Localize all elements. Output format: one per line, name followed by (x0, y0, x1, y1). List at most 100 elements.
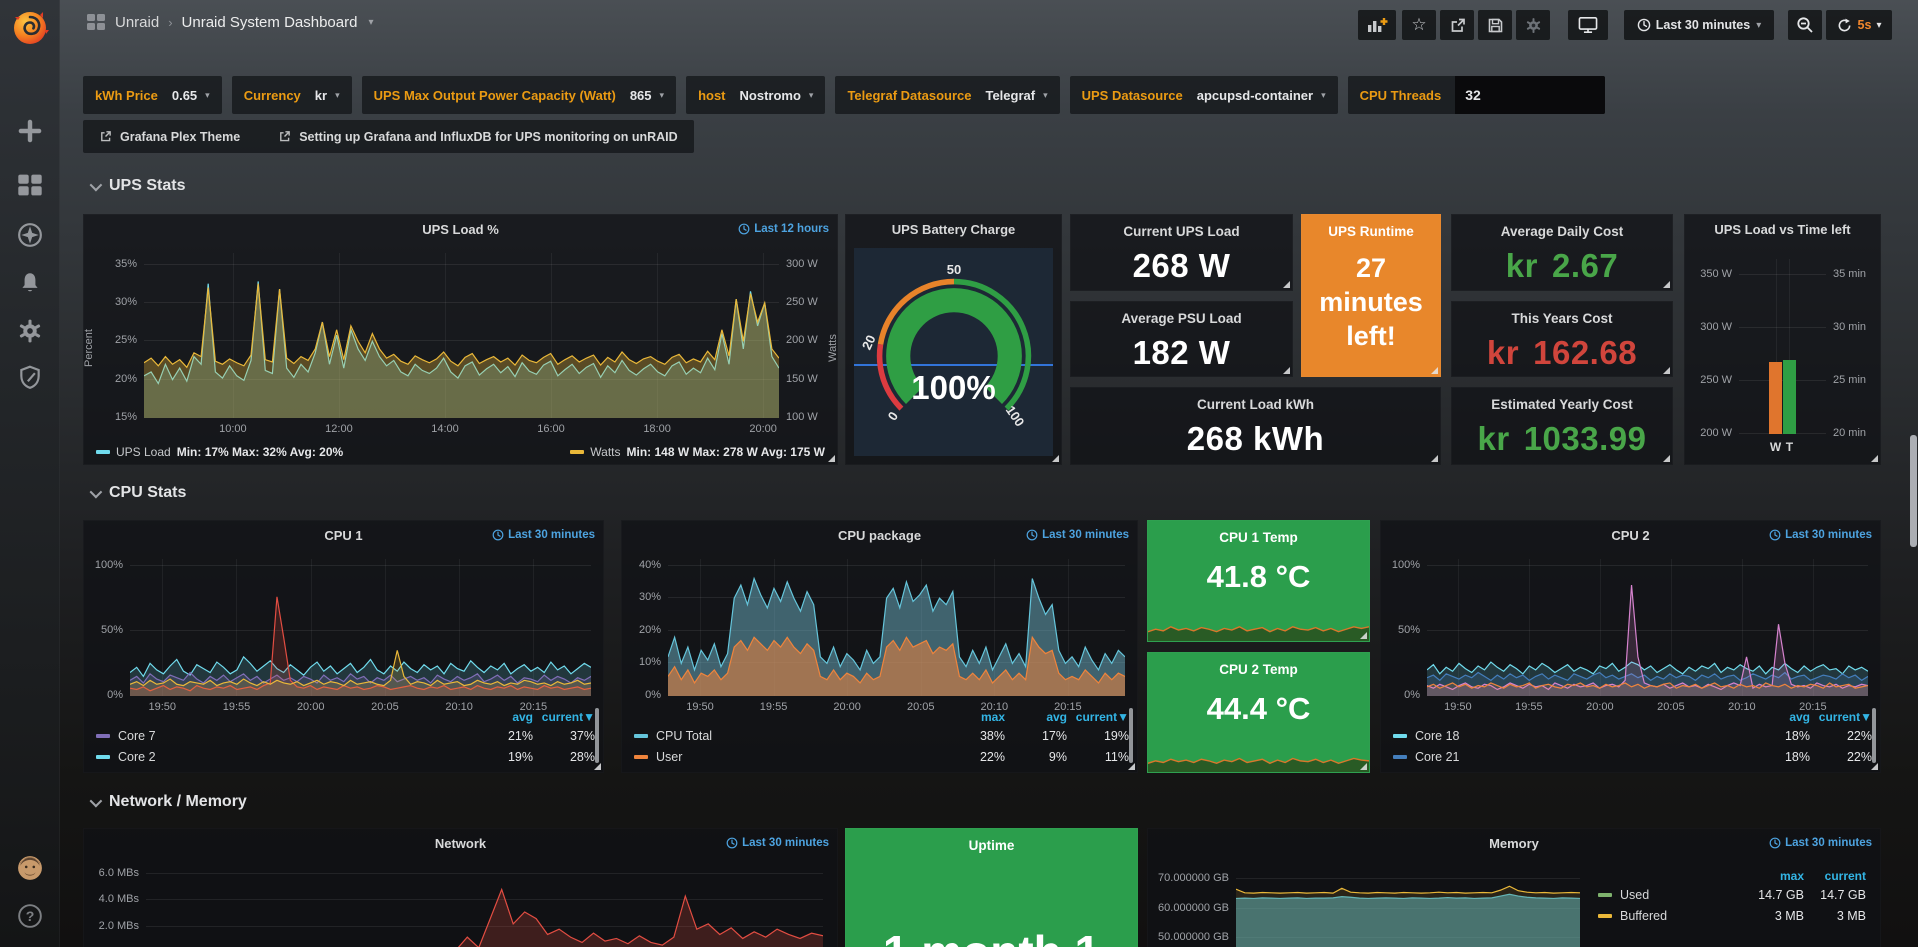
panel-title[interactable]: Current UPS Load (1071, 224, 1292, 239)
legend-item[interactable]: Buffered3 MB3 MB (1598, 905, 1866, 926)
section-network-memory[interactable]: Network / Memory (90, 793, 247, 811)
panel-resize-handle[interactable] (1283, 367, 1290, 374)
panel-resize-handle[interactable] (1663, 367, 1670, 374)
legend-item[interactable]: Used14.7 GB14.7 GB (1598, 884, 1866, 905)
legend-scrollbar-thumb[interactable] (1872, 708, 1876, 763)
explore-icon[interactable] (17, 222, 43, 248)
panel-resize-handle[interactable] (1431, 367, 1438, 374)
panel-title[interactable]: UPS Load % (84, 222, 837, 237)
panel-resize-handle[interactable] (1431, 455, 1438, 462)
grafana-logo-icon[interactable] (10, 8, 50, 46)
legend-column-header[interactable]: current▼ (1810, 710, 1872, 724)
panel-resize-handle[interactable] (1663, 281, 1670, 288)
link-ups-monitoring-guide[interactable]: Setting up Grafana and InfluxDB for UPS … (278, 130, 677, 144)
bar-T[interactable] (1783, 360, 1795, 434)
section-cpu-stats[interactable]: CPU Stats (90, 484, 186, 502)
refresh-picker[interactable]: 5s ▾ (1826, 10, 1892, 40)
legend-scrollbar-thumb[interactable] (1129, 708, 1133, 763)
panel-time-range-link[interactable]: Last 30 minutes (1769, 837, 1872, 849)
configuration-gear-icon[interactable] (17, 318, 43, 344)
panel-time-range-link[interactable]: Last 30 minutes (1026, 529, 1129, 541)
panel-title[interactable]: CPU 1 Temp (1148, 530, 1369, 545)
legend-item[interactable]: Core 2118%22% (1393, 746, 1872, 767)
chart-plot[interactable]: 0%10%20%30%40%19:5019:5520:0020:0520:102… (668, 559, 1125, 696)
chart-plot[interactable]: 200 W20 min250 W25 min300 W30 min350 W35… (1739, 259, 1826, 434)
legend-column-header[interactable]: current▼ (533, 710, 595, 724)
panel-title[interactable]: Network (84, 836, 837, 851)
cpu-threads-input[interactable] (1455, 76, 1605, 114)
legend-item[interactable]: CPU Total38%17%19% (634, 725, 1129, 746)
legend-column-header[interactable]: max (943, 710, 1005, 724)
panel-resize-handle[interactable] (828, 455, 835, 462)
panel-resize-handle[interactable] (1283, 281, 1290, 288)
alerting-bell-icon[interactable] (17, 270, 43, 296)
breadcrumb-dashboard-title[interactable]: Unraid System Dashboard (182, 14, 358, 31)
variable-value-dropdown[interactable]: 0.65 (172, 88, 197, 103)
bar-W[interactable] (1769, 362, 1781, 434)
chart-plot[interactable]: 15%20%25%30%35%100 W150 W200 W250 W300 W… (144, 253, 779, 418)
dashboard-title-caret-icon[interactable]: ▾ (368, 17, 373, 28)
dashboard-settings-button[interactable] (1516, 10, 1550, 40)
legend-scrollbar-thumb[interactable] (595, 708, 599, 763)
panel-title[interactable]: Average Daily Cost (1452, 224, 1672, 239)
legend-column-header[interactable]: avg (1005, 710, 1067, 724)
time-range-picker[interactable]: Last 30 minutes ▾ (1624, 10, 1774, 40)
legend-item[interactable]: UPS LoadMin: 17% Max: 32% Avg: 20% (96, 445, 343, 459)
panel-title[interactable]: This Years Cost (1452, 311, 1672, 326)
panel-title[interactable]: Average PSU Load (1071, 311, 1292, 326)
panel-title[interactable]: Current Load kWh (1071, 397, 1440, 412)
star-dashboard-button[interactable]: ☆ (1402, 10, 1436, 40)
variable-value-dropdown[interactable]: Nostromo (740, 88, 801, 103)
panel-title[interactable]: UPS Battery Charge (846, 222, 1061, 237)
panel-title[interactable]: CPU 2 Temp (1148, 662, 1369, 677)
panel-resize-handle[interactable] (1360, 632, 1367, 639)
panel-resize-handle[interactable] (1052, 455, 1059, 462)
variable-value-dropdown[interactable]: Telegraf (985, 88, 1035, 103)
section-ups-stats[interactable]: UPS Stats (90, 177, 185, 195)
chart-plot[interactable]: 0%50%100%19:5019:5520:0020:0520:1020:15 (1427, 559, 1868, 696)
scrollbar-thumb[interactable] (1910, 435, 1917, 547)
chart-plot[interactable]: 2.0 MBs4.0 MBs6.0 MBs (146, 867, 823, 947)
add-icon[interactable] (17, 118, 43, 144)
panel-resize-handle[interactable] (1360, 763, 1367, 770)
share-dashboard-button[interactable] (1440, 10, 1474, 40)
panel-time-range-link[interactable]: Last 12 hours (738, 223, 829, 235)
legend-column-header[interactable]: current▼ (1067, 710, 1129, 724)
variable-value-dropdown[interactable]: apcupsd-container (1197, 88, 1313, 103)
legend-column-header[interactable]: avg (471, 710, 533, 724)
server-admin-shield-icon[interactable] (17, 364, 43, 390)
panel-title[interactable]: UPS Runtime (1302, 224, 1440, 239)
panel-title[interactable]: Uptime (846, 838, 1137, 853)
breadcrumb-folder[interactable]: Unraid (115, 14, 159, 31)
legend-column-header[interactable]: current (1804, 869, 1866, 883)
zoom-out-time-button[interactable] (1788, 10, 1822, 40)
add-panel-button[interactable] (1358, 10, 1396, 40)
variable-value-dropdown[interactable]: kr (315, 88, 327, 103)
cycle-view-mode-button[interactable] (1568, 10, 1608, 40)
legend-column-header[interactable]: avg (1748, 710, 1810, 724)
legend-item[interactable]: Core 721%37% (96, 725, 595, 746)
legend-item[interactable]: User22%9%11% (634, 746, 1129, 767)
panel-time-range-link[interactable]: Last 30 minutes (726, 837, 829, 849)
panel-resize-handle[interactable] (1871, 763, 1878, 770)
panel-time-range-link[interactable]: Last 30 minutes (1769, 529, 1872, 541)
legend-item[interactable]: Core 219%28% (96, 746, 595, 767)
chart-plot[interactable]: 50.000000 GB60.000000 GB70.000000 GB (1236, 867, 1580, 947)
panel-resize-handle[interactable] (1128, 763, 1135, 770)
panel-resize-handle[interactable] (1663, 455, 1670, 462)
save-dashboard-button[interactable] (1478, 10, 1512, 40)
legend-item[interactable]: WattsMin: 148 W Max: 278 W Avg: 175 W (570, 445, 825, 459)
help-icon[interactable]: ? (17, 903, 43, 929)
panel-resize-handle[interactable] (594, 763, 601, 770)
dashboards-icon[interactable] (17, 172, 43, 198)
legend-item[interactable]: Core 1818%22% (1393, 725, 1872, 746)
panel-title[interactable]: UPS Load vs Time left (1685, 222, 1880, 237)
user-avatar[interactable] (17, 855, 43, 881)
panel-title[interactable]: Estimated Yearly Cost (1452, 397, 1672, 412)
link-grafana-plex-theme[interactable]: Grafana Plex Theme (99, 130, 240, 144)
panel-resize-handle[interactable] (1871, 455, 1878, 462)
legend-column-header[interactable]: max (1742, 869, 1804, 883)
chart-plot[interactable]: 0%50%100%19:5019:5520:0020:0520:1020:15 (130, 559, 591, 696)
panel-time-range-link[interactable]: Last 30 minutes (492, 529, 595, 541)
variable-value-dropdown[interactable]: 865 (630, 88, 652, 103)
